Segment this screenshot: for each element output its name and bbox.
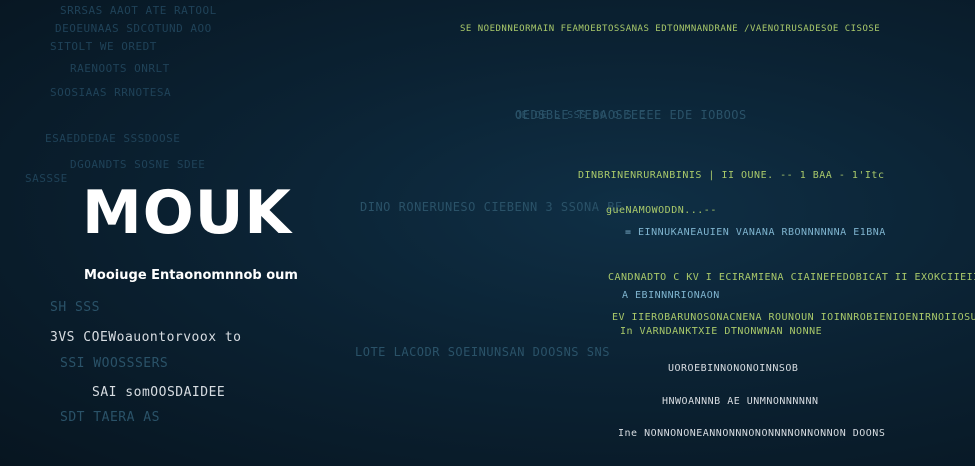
code-line: SAI somOOSDAIDEE	[92, 385, 226, 400]
subtitle: Mooiuge Entaonomnnob oum	[84, 268, 298, 283]
code-line: RAENOOTS ONRLT	[70, 62, 170, 75]
code-line: DGOANDTS SOSNE SDEE	[70, 158, 206, 171]
code-line: EV IIEROBARUNOSONACNENA ROUNOUN IOINNROB…	[612, 312, 975, 323]
code-line: SOOSIAAS RRNOTESA	[50, 86, 172, 99]
code-line: SSI WOOSSSERS	[60, 356, 169, 371]
code-line: SASSSE	[25, 172, 68, 185]
code-line: gueNAMOWODDN...--	[606, 205, 717, 216]
page-title: MOUK	[82, 178, 292, 248]
code-line: DINO RONERUNESO CIEBENN 3 SSONA BE	[360, 200, 623, 214]
code-line: OE OE S SSS OO O S E	[515, 110, 646, 121]
code-line: DINBRINENRURANBINIS | II OUNE. -- 1 BAA …	[578, 170, 885, 181]
code-line: A EBINNNRIONAON	[622, 290, 720, 301]
code-line: LOTE LACODR SOEINUNSAN DOOSNS SNS	[355, 345, 610, 359]
code-line: 3VS COEWoauontorvoox to	[50, 330, 242, 345]
code-line: SE NOEDNNEORMAIN FEAMOEBTOSSANAS EDTONMN…	[460, 24, 881, 34]
code-line: SH SSS	[50, 300, 100, 315]
code-line: SITOLT WE OREDT	[50, 40, 157, 53]
code-line: Ine NONNONONEANNONNNONONNNNONNONNON DOON…	[618, 428, 886, 439]
code-line: DEOEUNAAS SDCOTUND AOO	[55, 22, 212, 35]
code-line: CANDNADTO C KV I ECIRAMIENA CIAINEFEDOBI…	[608, 272, 975, 283]
code-line: SDT TAERA AS	[60, 410, 160, 425]
code-line: SRRSAS AAOT ATE RATOOL	[60, 4, 217, 17]
code-line: In VARNDANKTXIE DTNONWNAN NONNE	[620, 326, 823, 337]
code-line: UOROEBINNONONOINNSOB	[668, 363, 799, 374]
code-line: = EINNUKANEAUIEN VANANA RBONNNNNNA E1BNA	[625, 227, 886, 238]
code-line: HNWOANNNB AE UNMNONNNNNN	[662, 396, 819, 407]
code-line: ESAEDDEDAE SSSDOOSE	[45, 132, 181, 145]
